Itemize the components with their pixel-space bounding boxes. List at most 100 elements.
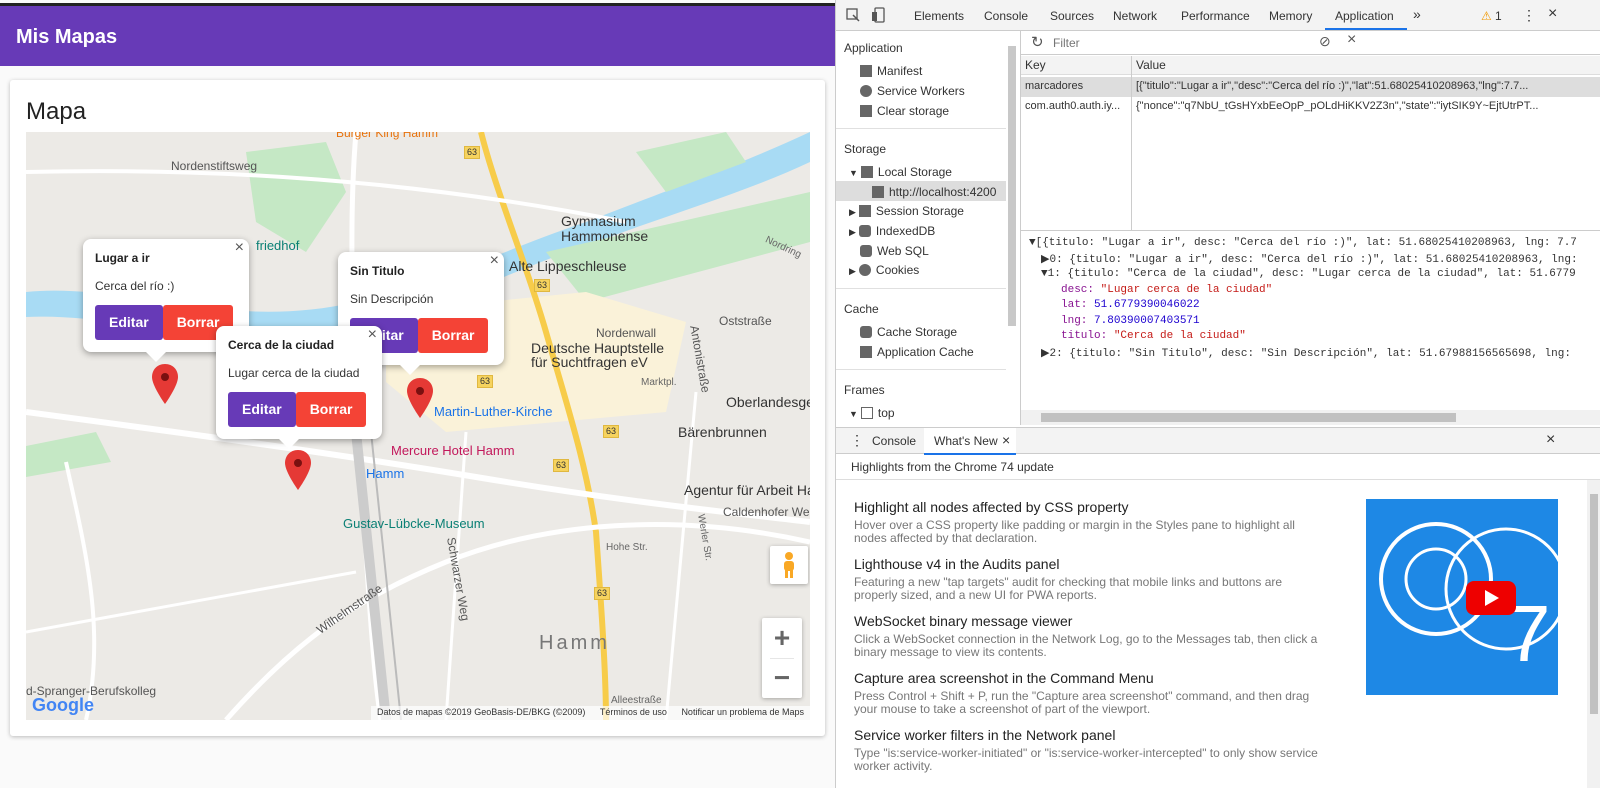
table-row-value[interactable]: {"nonce":"q7NbU_tGsHYxbEeOpP_pOLdHiKKV2Z… xyxy=(1132,97,1597,116)
horizontal-scrollbar[interactable] xyxy=(1021,410,1600,425)
tab-performance[interactable]: Performance xyxy=(1181,9,1250,23)
sidebar-item-cache-storage[interactable]: Cache Storage xyxy=(860,325,957,339)
preview-item[interactable]: ▶0: {titulo: "Lugar a ir", desc: "Cerca … xyxy=(1041,252,1578,266)
sidebar-item-manifest[interactable]: Manifest xyxy=(860,64,922,78)
close-icon[interactable]: × xyxy=(368,326,377,344)
warning-count[interactable]: 1 xyxy=(1495,9,1502,23)
sidebar-item-indexeddb[interactable]: ▶ IndexedDB xyxy=(849,224,935,238)
video-thumbnail[interactable]: 7 xyxy=(1366,499,1558,695)
report-link[interactable]: Notificar un problema de Maps xyxy=(681,707,804,717)
road-shield: 63 xyxy=(477,375,494,388)
prop-key: lng: xyxy=(1061,315,1088,327)
table-row-key[interactable]: marcadores xyxy=(1021,77,1131,96)
sidebar-item-websql[interactable]: Web SQL xyxy=(860,244,929,258)
zoom-out-button[interactable]: − xyxy=(762,659,802,698)
sidebar-label: http://localhost:4200 xyxy=(889,185,997,199)
whatsnew-highlights: Highlights from the Chrome 74 update xyxy=(851,460,1054,474)
item-title[interactable]: Service worker filters in the Network pa… xyxy=(854,727,1324,743)
drawer-tab-whatsnew[interactable]: What's New × xyxy=(924,428,1016,455)
devtools: Elements Console Sources Network Perform… xyxy=(835,0,1600,788)
divider xyxy=(836,288,1006,289)
zoom-in-button[interactable]: + xyxy=(762,618,802,658)
delete-button[interactable]: Borrar xyxy=(417,318,489,353)
storage-toolbar: ↻ ⊘ × xyxy=(1021,31,1600,55)
section-storage: Storage xyxy=(844,142,887,156)
youtube-play-icon[interactable] xyxy=(1466,581,1516,615)
sidebar-item-cookies[interactable]: ▶ Cookies xyxy=(849,263,919,277)
delete-selected-icon[interactable]: × xyxy=(1347,31,1356,49)
whatsnew-item: Service worker filters in the Network pa… xyxy=(854,727,1324,773)
refresh-icon[interactable]: ↻ xyxy=(1031,33,1044,51)
close-devtools-icon[interactable]: × xyxy=(1548,5,1557,23)
delete-button[interactable]: Borrar xyxy=(295,392,367,427)
tab-network[interactable]: Network xyxy=(1113,9,1157,23)
road-shield: 63 xyxy=(553,459,570,472)
preview-root[interactable]: ▼[{titulo: "Lugar a ir", desc: "Cerca de… xyxy=(1029,237,1577,249)
more-tabs-icon[interactable]: » xyxy=(1413,6,1421,22)
cookie-icon xyxy=(858,264,871,276)
label-gymnasium: Gymnasium Hammonense xyxy=(561,213,649,244)
item-title[interactable]: Capture area screenshot in the Command M… xyxy=(854,670,1324,686)
close-icon[interactable]: × xyxy=(490,252,499,270)
label-friedhof: friedhof xyxy=(256,238,300,253)
close-drawer-icon[interactable]: × xyxy=(1546,431,1555,449)
close-tab-icon[interactable]: × xyxy=(1002,432,1010,448)
label-caldenhofer: Caldenhofer Weg xyxy=(723,505,810,519)
sidebar-item-local-storage[interactable]: ▼ Local Storage xyxy=(849,165,952,179)
pegman-button[interactable] xyxy=(770,546,808,584)
warning-icon[interactable]: ⚠ xyxy=(1481,9,1492,23)
table-row-value[interactable]: [{"titulo":"Lugar a ir","desc":"Cerca de… xyxy=(1132,77,1597,96)
edit-button[interactable]: Editar xyxy=(228,392,296,427)
key-column-header[interactable]: Key xyxy=(1021,56,1131,75)
drawer-scrollbar[interactable] xyxy=(1587,480,1600,788)
sidebar-item-top-frame[interactable]: ▼ top xyxy=(849,406,895,420)
marker-title: Cerca de la ciudad xyxy=(228,338,335,352)
tab-elements[interactable]: Elements xyxy=(914,9,964,23)
drawer-tab-console[interactable]: Console xyxy=(872,434,916,448)
table-row-key[interactable]: com.auth0.auth.iy... xyxy=(1021,97,1131,116)
device-toggle-icon[interactable] xyxy=(872,7,886,23)
terms-link[interactable]: Términos de uso xyxy=(600,707,667,717)
item-title[interactable]: WebSocket binary message viewer xyxy=(854,613,1324,629)
tab-application[interactable]: Application xyxy=(1335,9,1394,23)
sidebar-item-service-workers[interactable]: Service Workers xyxy=(860,84,965,98)
scrollbar-thumb[interactable] xyxy=(1590,494,1598,714)
google-logo[interactable]: Google xyxy=(32,695,94,716)
preview-item[interactable]: ▼1: {titulo: "Cerca de la ciudad", desc:… xyxy=(1041,268,1576,280)
sidebar-item-session-storage[interactable]: ▶ Session Storage xyxy=(849,204,964,218)
sidebar-label: Application Cache xyxy=(877,345,974,359)
inspect-icon[interactable] xyxy=(846,8,860,22)
tab-sources[interactable]: Sources xyxy=(1050,9,1094,23)
sidebar-label: Service Workers xyxy=(877,84,965,98)
gear-icon xyxy=(860,85,872,97)
tab-console[interactable]: Console xyxy=(984,9,1028,23)
preview-item[interactable]: ▶2: {titulo: "Sin Titulo", desc: "Sin De… xyxy=(1041,346,1571,360)
clear-all-icon[interactable]: ⊘ xyxy=(1319,33,1331,50)
column-separator[interactable] xyxy=(1131,56,1132,231)
value-column-header[interactable]: Value xyxy=(1132,56,1600,75)
scrollbar-thumb[interactable] xyxy=(1041,413,1456,422)
google-map[interactable]: Nordenstiftsweg Gymnasium Hammonense fri… xyxy=(26,132,810,720)
item-title[interactable]: Lighthouse v4 in the Audits panel xyxy=(854,556,1324,572)
road-shield: 63 xyxy=(534,279,551,292)
label-barenbrunnen: Bärenbrunnen xyxy=(678,424,767,440)
app-title: Mis Mapas xyxy=(16,26,118,48)
edit-button[interactable]: Editar xyxy=(95,305,163,340)
sidebar-item-localhost[interactable]: http://localhost:4200 xyxy=(872,185,996,199)
app: Mis Mapas Mapa Nordenstiftsweg Gymnasium… xyxy=(0,0,835,788)
prop-key: lat: xyxy=(1061,299,1088,311)
map-marker-pin[interactable] xyxy=(285,450,311,490)
sidebar-item-app-cache[interactable]: Application Cache xyxy=(860,345,974,359)
item-title[interactable]: Highlight all nodes affected by CSS prop… xyxy=(854,499,1324,515)
filter-input[interactable] xyxy=(1053,34,1303,52)
sidebar-item-clear-storage[interactable]: Clear storage xyxy=(860,104,949,118)
kebab-menu-icon[interactable]: ⋮ xyxy=(1522,7,1536,24)
drawer-menu-icon[interactable]: ⋮ xyxy=(850,432,864,449)
close-icon[interactable]: × xyxy=(235,239,244,257)
tab-memory[interactable]: Memory xyxy=(1269,9,1312,23)
road-shield: 63 xyxy=(603,425,620,438)
map-marker-pin[interactable] xyxy=(407,378,433,418)
prop-key: titulo: xyxy=(1061,330,1108,342)
sidebar-scrollbar[interactable] xyxy=(1008,46,1016,326)
map-marker-pin[interactable] xyxy=(152,364,178,404)
